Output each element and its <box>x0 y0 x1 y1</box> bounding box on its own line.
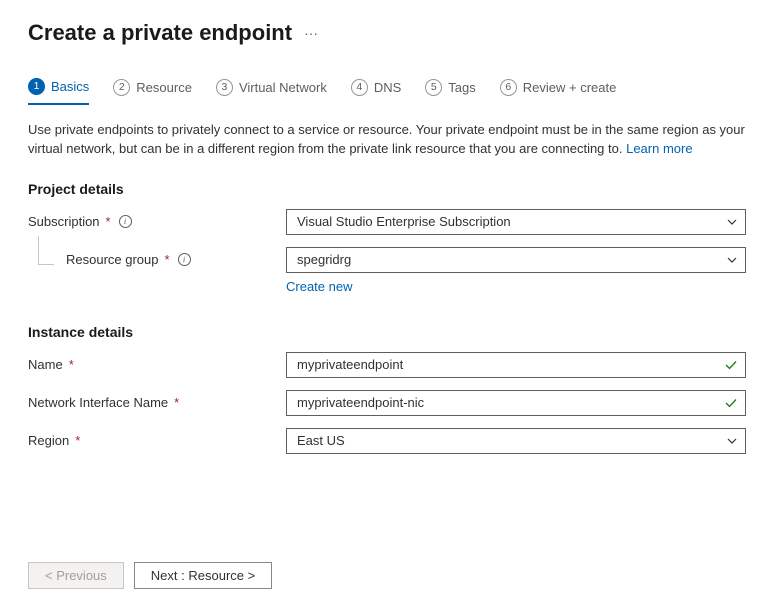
region-select[interactable] <box>286 428 746 454</box>
resource-group-label: Resource group* i <box>28 252 286 267</box>
tab-label: Review + create <box>523 80 617 95</box>
previous-button: < Previous <box>28 562 124 589</box>
step-number-icon: 5 <box>425 79 442 96</box>
tab-virtual-network[interactable]: 3 Virtual Network <box>216 74 327 105</box>
project-details-heading: Project details <box>28 181 746 197</box>
more-icon[interactable]: ··· <box>304 25 318 41</box>
footer-actions: < Previous Next : Resource > <box>0 548 774 603</box>
tab-basics[interactable]: 1 Basics <box>28 74 89 105</box>
tab-label: DNS <box>374 80 401 95</box>
tab-label: Resource <box>136 80 192 95</box>
tab-label: Basics <box>51 79 89 94</box>
required-icon: * <box>165 252 170 267</box>
learn-more-link[interactable]: Learn more <box>626 141 692 156</box>
step-number-icon: 3 <box>216 79 233 96</box>
resource-group-select[interactable] <box>286 247 746 273</box>
page-title: Create a private endpoint <box>28 20 292 46</box>
tab-label: Virtual Network <box>239 80 327 95</box>
step-number-icon: 6 <box>500 79 517 96</box>
name-input[interactable] <box>286 352 746 378</box>
tab-label: Tags <box>448 80 475 95</box>
name-label: Name* <box>28 357 286 372</box>
tab-tags[interactable]: 5 Tags <box>425 74 475 105</box>
subscription-select[interactable] <box>286 209 746 235</box>
required-icon: * <box>106 214 111 229</box>
tabs: 1 Basics 2 Resource 3 Virtual Network 4 … <box>28 74 746 105</box>
intro-text: Use private endpoints to privately conne… <box>28 121 746 159</box>
step-number-icon: 2 <box>113 79 130 96</box>
nic-name-label: Network Interface Name* <box>28 395 286 410</box>
required-icon: * <box>75 433 80 448</box>
info-icon[interactable]: i <box>119 215 132 228</box>
step-number-icon: 4 <box>351 79 368 96</box>
tab-resource[interactable]: 2 Resource <box>113 74 192 105</box>
tab-review-create[interactable]: 6 Review + create <box>500 74 617 105</box>
subscription-label: Subscription* i <box>28 214 286 229</box>
info-icon[interactable]: i <box>178 253 191 266</box>
required-icon: * <box>69 357 74 372</box>
step-number-icon: 1 <box>28 78 45 95</box>
create-new-link[interactable]: Create new <box>286 279 352 294</box>
region-label: Region* <box>28 433 286 448</box>
instance-details-heading: Instance details <box>28 324 746 340</box>
tab-dns[interactable]: 4 DNS <box>351 74 401 105</box>
required-icon: * <box>174 395 179 410</box>
next-button[interactable]: Next : Resource > <box>134 562 272 589</box>
nic-name-input[interactable] <box>286 390 746 416</box>
